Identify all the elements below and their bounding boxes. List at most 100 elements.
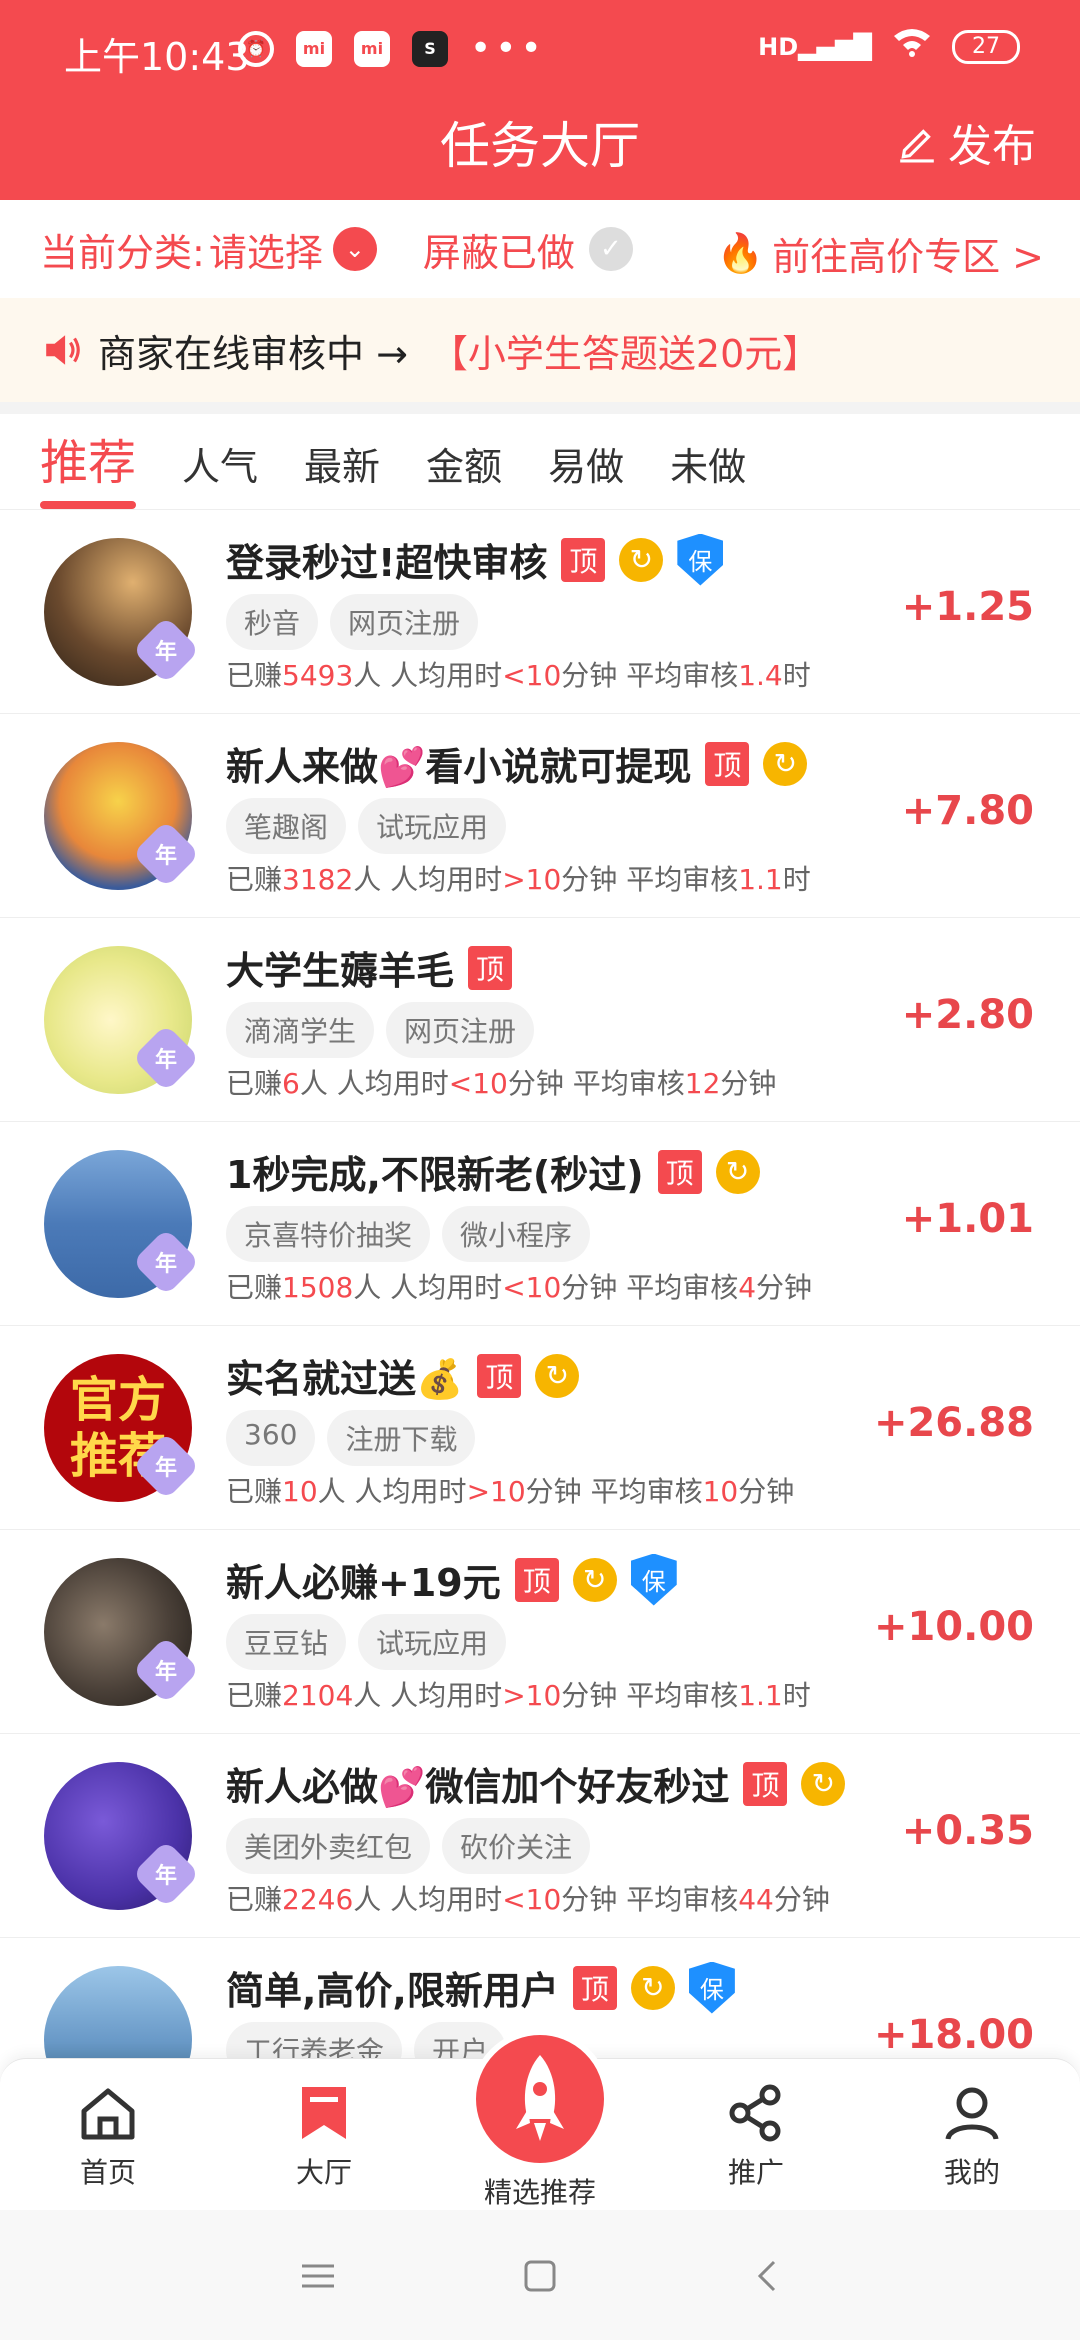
top-badge: 顶 xyxy=(572,1965,617,2010)
task-tag: 微小程序 xyxy=(442,1206,591,1262)
task-list: 年 登录秒过!超快审核 顶 ↻ 保 秒音 网页注册 已赚5493人 人均用时<1… xyxy=(0,510,1080,2142)
task-price: +1.01 xyxy=(901,1196,1034,1242)
guarantee-shield-icon: 保 xyxy=(630,1553,677,1606)
tab-undone[interactable]: 未做 xyxy=(670,436,746,509)
task-stats: 已赚2104人 人均用时>10分钟 平均审核1.1时 xyxy=(226,1679,811,1712)
task-item[interactable]: 官方推荐 年 实名就过送💰 顶 ↻ 360 注册下载 已赚10人 人均用时>10… xyxy=(0,1326,1080,1530)
task-price: +0.35 xyxy=(901,1808,1034,1854)
nav-home[interactable]: 首页 xyxy=(38,2081,178,2191)
task-title: 新人来做💕看小说就可提现 xyxy=(226,745,692,789)
notice-text: 商家在线审核中 → xyxy=(98,331,408,376)
nav-mine[interactable]: 我的 xyxy=(902,2081,1042,2191)
task-price: +2.80 xyxy=(901,992,1034,1038)
task-stats: 已赚1508人 人均用时<10分钟 平均审核4分钟 xyxy=(226,1271,813,1304)
wifi-icon xyxy=(892,26,932,67)
task-title: 新人必赚+19元 xyxy=(226,1561,501,1605)
nav-promote[interactable]: 推广 xyxy=(686,2081,826,2191)
top-badge: 顶 xyxy=(743,1761,788,1806)
task-title: 登录秒过!超快审核 xyxy=(226,541,548,585)
nav-hall[interactable]: 大厅 xyxy=(254,2081,394,2191)
task-title: 大学生薅羊毛 xyxy=(226,949,455,993)
back-icon[interactable] xyxy=(746,2256,790,2296)
check-icon[interactable]: ✓ xyxy=(588,227,633,271)
alarm-icon: ⏰ xyxy=(238,30,274,67)
task-item[interactable]: 年 新人必赚+19元 顶 ↻ 保 豆豆钻 试玩应用 已赚2104人 人均用时>1… xyxy=(0,1530,1080,1734)
more-dots-icon: ••• xyxy=(470,28,546,69)
nav-home-label: 首页 xyxy=(79,2156,136,2189)
top-badge: 顶 xyxy=(561,537,606,582)
task-stats: 已赚10人 人均用时>10分钟 平均审核10分钟 xyxy=(226,1475,795,1508)
task-item[interactable]: 年 新人来做💕看小说就可提现 顶 ↻ 笔趣阁 试玩应用 已赚3182人 人均用时… xyxy=(0,714,1080,918)
status-notification-icons: ⏰ mi mi S ••• xyxy=(238,28,546,69)
top-badge: 顶 xyxy=(477,1353,522,1398)
task-price: +7.80 xyxy=(901,788,1034,834)
featured-rocket-button[interactable] xyxy=(470,2029,610,2169)
task-tag: 砍价关注 xyxy=(442,1818,591,1874)
speaker-icon xyxy=(46,335,80,365)
task-stats: 已赚6人 人均用时<10分钟 平均审核12分钟 xyxy=(226,1067,777,1100)
task-title: 1秒完成,不限新老(秒过) xyxy=(226,1153,644,1197)
task-item[interactable]: 年 登录秒过!超快审核 顶 ↻ 保 秒音 网页注册 已赚5493人 人均用时<1… xyxy=(0,510,1080,714)
top-badge: 顶 xyxy=(705,741,750,786)
nav-hall-label: 大厅 xyxy=(295,2156,352,2189)
high-price-link[interactable]: 🔥 前往高价专区 > xyxy=(717,226,1044,281)
battery-icon: 27 xyxy=(952,29,1020,64)
tab-amount[interactable]: 金额 xyxy=(426,436,502,509)
publish-button[interactable]: 发布 xyxy=(896,110,1036,174)
refresh-icon: ↻ xyxy=(801,1761,846,1806)
filter-tabs: 推荐 人气 最新 金额 易做 未做 xyxy=(0,414,1080,510)
share-icon xyxy=(729,2084,781,2142)
edit-icon xyxy=(900,129,934,163)
task-tag: 笔趣阁 xyxy=(226,798,347,854)
task-tag: 注册下载 xyxy=(327,1410,476,1466)
home-square-icon[interactable] xyxy=(518,2256,562,2296)
task-stats: 已赚3182人 人均用时>10分钟 平均审核1.1时 xyxy=(226,863,811,896)
task-tag: 试玩应用 xyxy=(358,1614,507,1670)
notice-bar[interactable]: 商家在线审核中 → 【小学生答题送20元】 xyxy=(0,298,1080,402)
user-icon xyxy=(945,2087,999,2140)
task-price: +1.25 xyxy=(901,584,1034,630)
chevron-down-icon[interactable]: ⌄ xyxy=(332,227,377,271)
task-tag: 试玩应用 xyxy=(358,798,507,854)
task-item[interactable]: 年 1秒完成,不限新老(秒过) 顶 ↻ 京喜特价抽奖 微小程序 已赚1508人 … xyxy=(0,1122,1080,1326)
task-item[interactable]: 年 新人必做💕微信加个好友秒过 顶 ↻ 美团外卖红包 砍价关注 已赚2246人 … xyxy=(0,1734,1080,1938)
refresh-icon: ↻ xyxy=(763,741,808,786)
task-tag: 网页注册 xyxy=(330,594,479,650)
nav-featured-label[interactable]: 精选推荐 xyxy=(450,2171,630,2211)
tab-latest[interactable]: 最新 xyxy=(304,436,380,509)
tab-popular[interactable]: 人气 xyxy=(182,436,258,509)
task-title: 简单,高价,限新用户 xyxy=(226,1969,559,2013)
tab-recommend[interactable]: 推荐 xyxy=(40,423,137,509)
task-tag: 豆豆钻 xyxy=(226,1614,347,1670)
task-price: +10.00 xyxy=(873,1604,1034,1650)
top-badge: 顶 xyxy=(514,1557,559,1602)
task-tag: 360 xyxy=(226,1410,316,1466)
soul-app-icon: S xyxy=(412,30,448,67)
high-price-label: 前往高价专区 > xyxy=(772,235,1044,279)
task-price: +18.00 xyxy=(873,2012,1034,2058)
nav-mine-label: 我的 xyxy=(943,2156,1000,2189)
category-select[interactable]: 请选择 xyxy=(209,222,323,277)
tab-easy[interactable]: 易做 xyxy=(548,436,624,509)
refresh-icon: ↻ xyxy=(619,537,664,582)
task-title: 新人必做💕微信加个好友秒过 xyxy=(226,1765,730,1809)
system-nav-bar xyxy=(0,2210,1080,2340)
mi-app-icon-2: mi xyxy=(354,30,390,67)
task-item[interactable]: 年 大学生薅羊毛 顶 滴滴学生 网页注册 已赚6人 人均用时<10分钟 平均审核… xyxy=(0,918,1080,1122)
home-icon xyxy=(81,2088,135,2140)
task-tag: 滴滴学生 xyxy=(226,1002,375,1058)
task-tag: 京喜特价抽奖 xyxy=(226,1206,431,1262)
publish-label: 发布 xyxy=(948,121,1036,172)
hide-done-toggle[interactable]: 屏蔽已做 xyxy=(423,222,575,277)
notice-promo[interactable]: 【小学生答题送20元】 xyxy=(430,323,820,378)
bottom-nav: 首页 大厅 精选推荐 推广 我的 xyxy=(0,2029,1080,2211)
divider xyxy=(0,402,1080,414)
top-bar: 上午10:43 ⏰ mi mi S ••• HD▂▄▆█ 27 任务大厅 发布 xyxy=(0,0,1080,200)
bookmark-icon xyxy=(302,2087,346,2139)
top-badge: 顶 xyxy=(468,945,513,990)
guarantee-shield-icon: 保 xyxy=(688,1961,735,2014)
status-bar: 上午10:43 ⏰ mi mi S ••• HD▂▄▆█ 27 xyxy=(0,0,1080,100)
status-right-icons: HD▂▄▆█ 27 xyxy=(758,26,1020,67)
menu-icon[interactable] xyxy=(296,2256,340,2296)
guarantee-shield-icon: 保 xyxy=(677,533,724,586)
